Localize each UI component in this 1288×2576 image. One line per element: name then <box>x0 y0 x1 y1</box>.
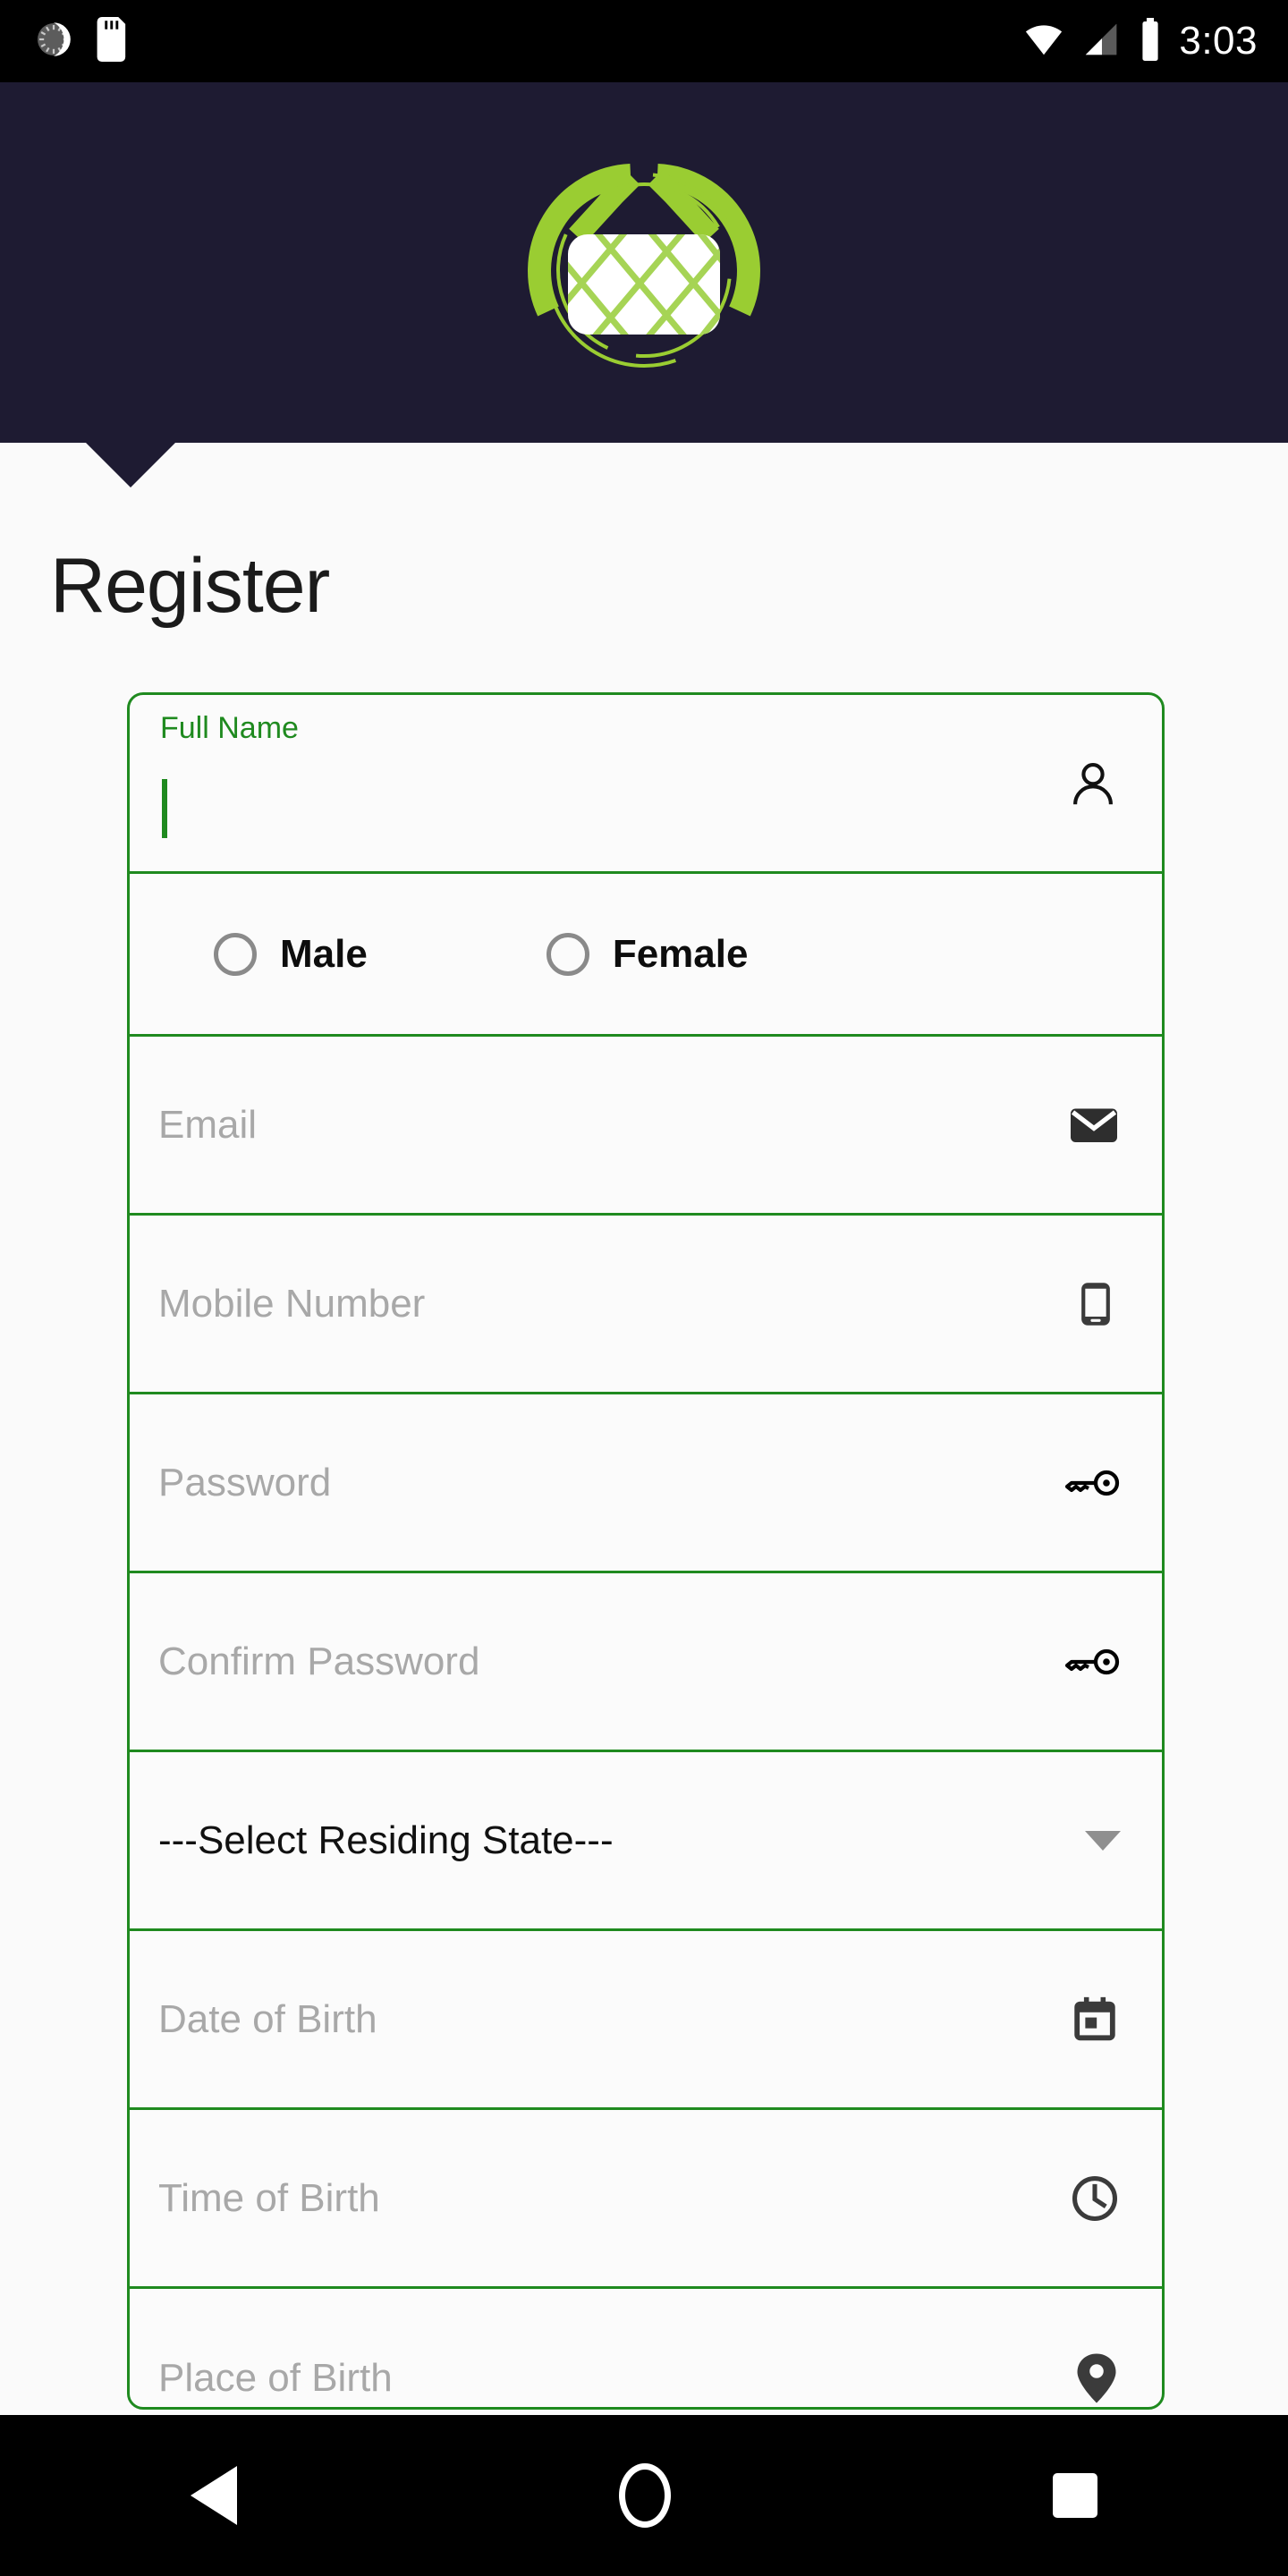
person-icon <box>1065 756 1121 811</box>
field-row-mobile-number[interactable]: Mobile Number <box>130 1216 1162 1394</box>
field-row-gender: Male Female <box>130 874 1162 1037</box>
field-row-date-of-birth[interactable]: Date of Birth <box>130 1931 1162 2110</box>
radio-label-female: Female <box>612 931 749 976</box>
cellular-signal-icon <box>1080 19 1122 64</box>
sd-card-icon <box>97 16 131 66</box>
radio-label-male: Male <box>280 931 368 976</box>
place-of-birth-placeholder: Place of Birth <box>158 2356 393 2400</box>
key-icon <box>1063 1464 1121 1502</box>
app-logo <box>514 136 774 369</box>
location-pin-icon[interactable] <box>1072 2351 1121 2405</box>
field-row-full-name[interactable]: Full Name <box>130 695 1162 874</box>
header-notch <box>86 443 175 487</box>
sync-spinner-icon <box>32 18 75 65</box>
radio-circle-icon[interactable] <box>214 932 257 976</box>
android-navigation-bar <box>0 2415 1288 2576</box>
full-name-label: Full Name <box>160 711 299 745</box>
text-cursor <box>162 779 167 838</box>
app-screen: 3:03 Register Full Name Male Female Emai… <box>0 0 1288 2576</box>
calendar-icon[interactable] <box>1069 1994 1121 2046</box>
gender-radio-group: Male Female <box>158 932 1133 977</box>
envelope-icon <box>1067 1098 1121 1152</box>
status-bar-left-icons <box>0 16 131 66</box>
field-row-time-of-birth[interactable]: Time of Birth <box>130 2110 1162 2289</box>
field-row-email[interactable]: Email <box>130 1037 1162 1216</box>
page-title: Register <box>50 543 330 629</box>
field-row-confirm-password[interactable]: Confirm Password <box>130 1573 1162 1752</box>
radio-circle-icon[interactable] <box>546 932 589 976</box>
clock-icon[interactable] <box>1069 2173 1121 2224</box>
time-of-birth-placeholder: Time of Birth <box>158 2175 380 2220</box>
password-placeholder: Password <box>158 1460 332 1504</box>
email-placeholder: Email <box>158 1102 258 1147</box>
app-header <box>0 82 1288 443</box>
confirm-password-placeholder: Confirm Password <box>158 1639 480 1683</box>
key-icon <box>1063 1643 1121 1681</box>
radio-option-male[interactable]: Male <box>214 932 368 977</box>
date-of-birth-placeholder: Date of Birth <box>158 1996 377 2041</box>
status-bar-clock: 3:03 <box>1179 19 1258 63</box>
register-form-card: Full Name Male Female Email Mobile Numbe… <box>127 692 1165 2410</box>
radio-option-female[interactable]: Female <box>546 931 749 977</box>
status-bar-right-icons: 3:03 <box>1023 17 1288 65</box>
field-row-residing-state[interactable]: ---Select Residing State--- <box>130 1752 1162 1931</box>
wifi-icon <box>1023 19 1064 64</box>
back-triangle-icon[interactable] <box>191 2466 238 2525</box>
chevron-down-icon[interactable] <box>1085 1830 1121 1851</box>
home-circle-icon[interactable] <box>618 2463 671 2528</box>
residing-state-value: ---Select Residing State--- <box>158 1818 614 1862</box>
recents-square-icon[interactable] <box>1052 2473 1097 2518</box>
battery-icon <box>1138 17 1163 65</box>
status-bar: 3:03 <box>0 0 1288 82</box>
field-row-place-of-birth[interactable]: Place of Birth <box>130 2289 1162 2407</box>
field-row-password[interactable]: Password <box>130 1394 1162 1573</box>
mobile-placeholder: Mobile Number <box>158 1281 426 1326</box>
mobile-phone-icon <box>1071 1279 1121 1329</box>
